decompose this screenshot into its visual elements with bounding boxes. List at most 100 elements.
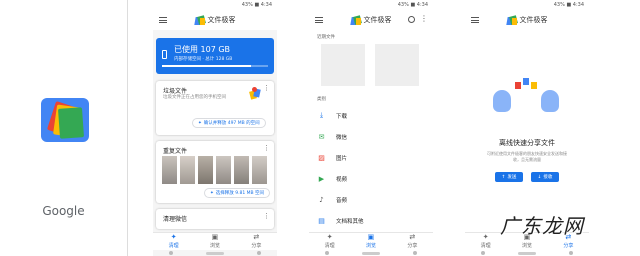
- category-label: 微信: [336, 134, 348, 141]
- menu-icon[interactable]: [159, 17, 167, 23]
- nav-share[interactable]: ⇄ 分享: [407, 234, 418, 250]
- bottom-nav: ✦ 清理 ▣ 浏览 ⇄ 分享: [153, 232, 277, 250]
- wechat-more-icon[interactable]: ⋮: [263, 212, 270, 220]
- files-logo-icon: [193, 14, 206, 25]
- app-bar: 文件极客: [465, 10, 589, 30]
- menu-icon[interactable]: [315, 17, 323, 23]
- nav-clean-label: 清理: [480, 243, 491, 249]
- wechat-title: 清理微信: [163, 216, 188, 223]
- video-icon: ▶: [318, 174, 325, 183]
- storage-bar-fill: [162, 65, 252, 67]
- files-logo-icon: [505, 14, 518, 25]
- category-document[interactable]: ▤ 文档和其他: [309, 210, 433, 231]
- back-icon[interactable]: [481, 251, 486, 255]
- thumbnail[interactable]: [198, 156, 213, 184]
- category-audio[interactable]: ♪ 音频: [309, 189, 433, 210]
- status-text: 43% ■ 4:34: [397, 2, 428, 8]
- category-download[interactable]: ⤓ 下载: [309, 105, 433, 126]
- phone-icon: [162, 50, 167, 59]
- nav-clean-label: 清理: [324, 243, 335, 249]
- browse-screen: 43% ■ 4:34 文件极客 ⋮ 近期文件 类别 ⤓ 下载 ✉ 微信 ▨ 图片 ▶ 视频 ♪ 音…: [309, 0, 433, 256]
- thumbnail[interactable]: [216, 156, 231, 184]
- nav-browse-label: 浏览: [209, 243, 220, 249]
- junk-card: 垃圾文件 垃圾文件正在占用您的手机空间 ⋮ ✦ 确认并释放 497 MB 的空间: [156, 81, 274, 135]
- more-icon[interactable]: ⋮: [420, 14, 428, 23]
- thumbnail[interactable]: [162, 156, 177, 184]
- status-text: 43% ■ 4:34: [553, 2, 584, 8]
- status-bar: 43% ■ 4:34: [309, 0, 433, 10]
- category-label: 图片: [336, 155, 348, 162]
- receive-icon: ↓: [537, 174, 542, 180]
- status-text: 43% ■ 4:34: [241, 2, 272, 8]
- recent-placeholder[interactable]: [321, 44, 365, 86]
- junk-free-label: 确认并释放 497 MB 的空间: [203, 121, 260, 126]
- share-illustration: [487, 78, 567, 116]
- thumbnail[interactable]: [252, 156, 267, 184]
- duplicates-thumbnails: [162, 156, 270, 184]
- storage-bar: [162, 65, 268, 67]
- sparkle-icon: ✦: [170, 233, 177, 241]
- nav-share-label: 分享: [251, 243, 262, 249]
- app-title: 文件极客: [207, 16, 236, 24]
- recents-icon[interactable]: [568, 251, 573, 255]
- nav-clean[interactable]: ✦ 清理: [480, 234, 491, 250]
- home-pill[interactable]: [361, 251, 380, 255]
- storage-card[interactable]: 已使用 107 GB 内部存储空间 · 总计 128 GB: [156, 38, 274, 74]
- duplicates-title: 重复文件: [163, 148, 188, 155]
- nav-browse-label: 浏览: [521, 243, 532, 249]
- duplicates-free-label: 选择释放 9.81 MB 空间: [215, 191, 265, 196]
- home-pill[interactable]: [205, 251, 224, 255]
- recents-icon[interactable]: [412, 251, 417, 255]
- category-wechat[interactable]: ✉ 微信: [309, 126, 433, 147]
- receive-button[interactable]: ↓ 接收: [531, 172, 559, 182]
- back-icon[interactable]: [169, 251, 174, 255]
- storage-detail: 内部存储空间 · 总计 128 GB: [174, 57, 233, 62]
- nav-browse[interactable]: ▣ 浏览: [366, 234, 376, 250]
- file-icon: [531, 82, 537, 89]
- recents-icon[interactable]: [256, 251, 261, 255]
- menu-icon[interactable]: [471, 17, 479, 23]
- google-wordmark: Google: [42, 204, 85, 218]
- recent-files: [309, 40, 433, 90]
- system-nav: [465, 250, 589, 256]
- duplicates-free-button[interactable]: ✦ 选择释放 9.81 MB 空间: [204, 188, 271, 198]
- receive-label: 接收: [543, 175, 553, 180]
- app-title: 文件极客: [519, 16, 548, 24]
- junk-title: 垃圾文件: [163, 88, 188, 95]
- document-icon: ▤: [318, 216, 325, 225]
- back-icon[interactable]: [325, 251, 330, 255]
- recent-placeholder[interactable]: [375, 44, 419, 86]
- duplicates-more-icon[interactable]: ⋮: [263, 144, 270, 152]
- home-pill[interactable]: [517, 251, 536, 255]
- nav-browse[interactable]: ▣ 浏览: [209, 233, 220, 250]
- search-icon[interactable]: [408, 16, 415, 23]
- category-label: 音频: [336, 197, 348, 204]
- browse-icon: ▣: [211, 233, 219, 241]
- junk-subtitle: 垃圾文件正在占用您的手机空间: [163, 95, 226, 100]
- system-nav: [309, 250, 433, 256]
- junk-illustration-icon: [248, 87, 262, 101]
- nav-clean[interactable]: ✦ 清理: [324, 234, 335, 250]
- nav-share[interactable]: ⇄ 分享: [251, 233, 262, 250]
- send-icon: ↑: [501, 174, 506, 180]
- clean-screen: 43% ■ 4:34 文件极客 已使用 107 GB 内部存储空间 · 总计 1…: [153, 0, 277, 256]
- download-icon: ⤓: [319, 111, 324, 119]
- app-bar: 文件极客: [153, 10, 277, 30]
- thumbnail[interactable]: [180, 156, 195, 184]
- share-title: 离线快速分享文件: [499, 139, 555, 147]
- nav-clean-label: 清理: [168, 243, 179, 249]
- character-left-icon: [493, 90, 511, 112]
- send-button[interactable]: ↑ 发送: [495, 172, 523, 182]
- category-video[interactable]: ▶ 视频: [309, 168, 433, 189]
- wechat-icon: ✉: [318, 132, 325, 141]
- app-title: 文件极客: [363, 16, 392, 24]
- nav-clean[interactable]: ✦ 清理: [168, 233, 179, 250]
- junk-more-icon[interactable]: ⋮: [263, 84, 270, 92]
- thumbnail[interactable]: [234, 156, 249, 184]
- junk-free-button[interactable]: ✦ 确认并释放 497 MB 的空间: [192, 118, 266, 128]
- category-image[interactable]: ▨ 图片: [309, 147, 433, 168]
- files-logo-icon: [349, 14, 362, 25]
- category-label: 视频: [336, 176, 348, 183]
- nav-share-label: 分享: [407, 243, 418, 249]
- share-icon: ⇄: [253, 233, 260, 241]
